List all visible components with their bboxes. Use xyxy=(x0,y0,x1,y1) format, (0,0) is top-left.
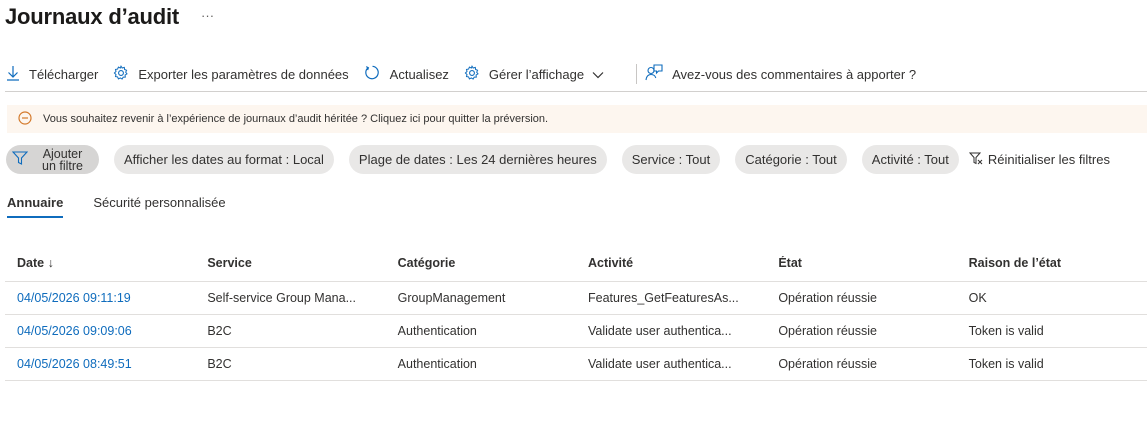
row-activity: Validate user authentica... xyxy=(587,357,732,371)
add-filter-label: Ajouter un filtre xyxy=(42,147,83,173)
reset-filters-button[interactable]: Réinitialiser les filtres xyxy=(968,152,1110,168)
row-date-link[interactable]: 04/05/2026 08:49:51 xyxy=(5,357,195,371)
column-header-activity[interactable]: Activité xyxy=(576,256,766,270)
gear-icon xyxy=(113,64,138,84)
refresh-button[interactable]: Actualisez xyxy=(364,59,449,89)
more-options-icon[interactable]: ··· xyxy=(201,8,214,23)
column-header-status-reason[interactable]: Raison de l’état xyxy=(957,256,1147,270)
tab-list: Annuaire Sécurité personnalisée xyxy=(7,190,256,218)
row-date-link[interactable]: 04/05/2026 09:11:19 xyxy=(5,291,195,305)
filter-clear-icon xyxy=(968,152,988,168)
table-header-row: Date ↓ Service Catégorie Activité État R… xyxy=(5,245,1147,282)
column-header-category[interactable]: Catégorie xyxy=(386,256,576,270)
manage-view-button[interactable]: Gérer l’affichage xyxy=(464,59,613,89)
export-settings-button[interactable]: Exporter les paramètres de données xyxy=(113,59,349,89)
download-icon xyxy=(6,65,29,84)
row-status: Opération réussie xyxy=(778,291,877,305)
table-row[interactable]: 04/05/2026 09:11:19 Self-service Group M… xyxy=(5,282,1147,315)
row-status: Opération réussie xyxy=(778,324,877,338)
refresh-icon xyxy=(364,64,390,84)
add-filter-line2: un filtre xyxy=(42,158,83,173)
feedback-label: Avez-vous des commentaires à apporter ? xyxy=(672,66,917,82)
row-activity: Features_GetFeaturesAs... xyxy=(587,291,739,305)
export-settings-label: Exporter les paramètres de données xyxy=(138,66,349,82)
banner-text: Vous souhaitez revenir à l’expérience de… xyxy=(43,113,549,125)
tab-custom-security[interactable]: Sécurité personnalisée xyxy=(93,190,225,218)
tab-directory[interactable]: Annuaire xyxy=(7,190,64,218)
page-title: Journaux d’audit xyxy=(5,4,180,29)
row-date-link[interactable]: 04/05/2026 09:09:06 xyxy=(5,324,195,338)
row-status-reason: Token is valid xyxy=(968,324,1044,338)
download-button[interactable]: Télécharger xyxy=(6,59,98,89)
row-service: B2C xyxy=(207,357,232,371)
refresh-label: Actualisez xyxy=(389,66,449,82)
activity-filter[interactable]: Activité : Tout xyxy=(861,145,959,174)
chevron-down-icon xyxy=(592,67,613,82)
service-filter[interactable]: Service : Tout xyxy=(621,145,721,174)
row-status-reason: Token is valid xyxy=(968,357,1044,371)
column-header-status[interactable]: État xyxy=(766,256,956,270)
manage-view-label: Gérer l’affichage xyxy=(488,66,585,82)
toolbar-divider xyxy=(636,64,638,84)
add-filter-button[interactable]: Ajouter un filtre xyxy=(6,145,99,174)
reset-filters-label: Réinitialiser les filtres xyxy=(987,152,1110,167)
filter-icon xyxy=(11,151,29,168)
filter-bar: Ajouter un filtre Afficher les dates au … xyxy=(6,145,1110,174)
audit-log-table: Date ↓ Service Catégorie Activité État R… xyxy=(5,245,1147,381)
row-status-reason: OK xyxy=(968,291,987,305)
legacy-experience-banner[interactable]: Vous souhaitez revenir à l’expérience de… xyxy=(7,105,1147,133)
date-format-filter[interactable]: Afficher les dates au format : Local xyxy=(114,145,334,174)
column-header-date[interactable]: Date ↓ xyxy=(5,256,195,270)
gear-icon xyxy=(464,64,489,84)
table-row[interactable]: 04/05/2026 08:49:51 B2C Authentication V… xyxy=(5,348,1147,381)
feedback-button[interactable]: Avez-vous des commentaires à apporter ? xyxy=(645,59,916,89)
download-label: Télécharger xyxy=(29,66,99,82)
row-category: Authentication xyxy=(397,324,477,338)
title-row: Journaux d’audit ··· xyxy=(5,0,214,34)
date-range-filter[interactable]: Plage de dates : Les 24 dernières heures xyxy=(348,145,607,174)
row-activity: Validate user authentica... xyxy=(587,324,732,338)
minus-circle-icon xyxy=(7,110,43,128)
category-filter[interactable]: Catégorie : Tout xyxy=(735,145,847,174)
command-bar: Télécharger Exporter les paramètres de d… xyxy=(6,58,931,90)
row-category: Authentication xyxy=(397,357,477,371)
row-service: Self-service Group Mana... xyxy=(207,291,356,305)
toolbar-divider-line xyxy=(5,91,1147,92)
table-row[interactable]: 04/05/2026 09:09:06 B2C Authentication V… xyxy=(5,315,1147,348)
row-status: Opération réussie xyxy=(778,357,877,371)
row-category: GroupManagement xyxy=(397,291,506,305)
column-header-service[interactable]: Service xyxy=(195,256,385,270)
row-service: B2C xyxy=(207,324,232,338)
feedback-person-icon xyxy=(645,64,672,84)
